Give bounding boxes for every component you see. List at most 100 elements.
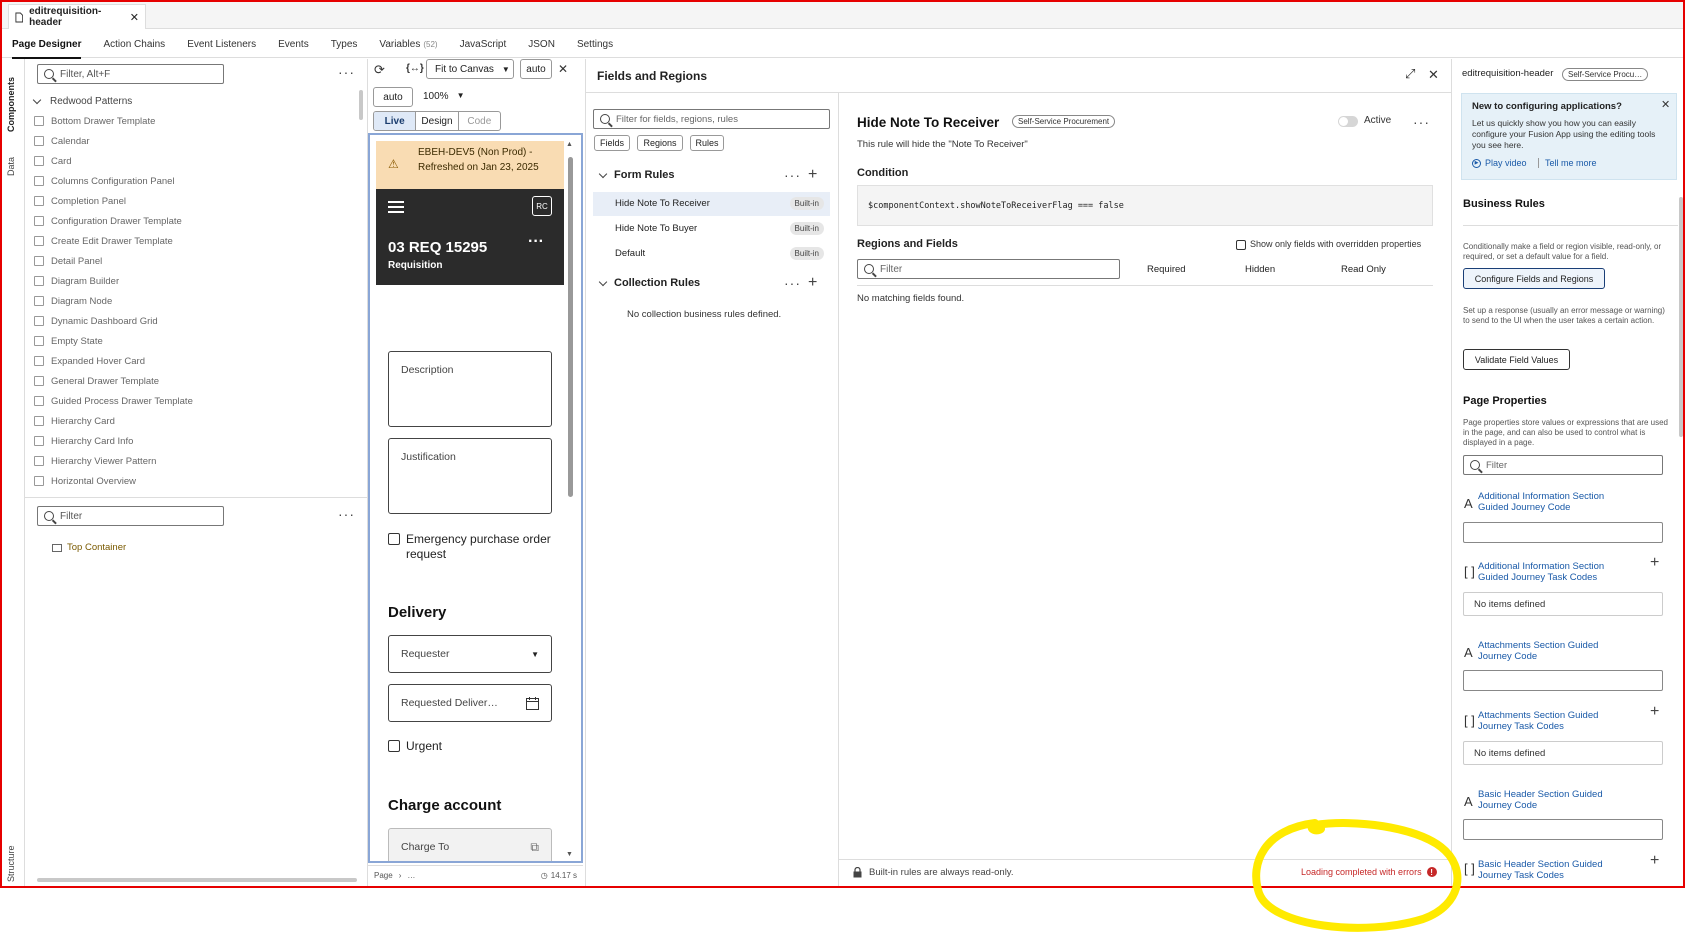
active-toggle[interactable] (1338, 116, 1358, 127)
rule-row-hide-note-to-receiver[interactable]: Hide Note To Receiver Built-in (593, 192, 830, 216)
close-tab-icon[interactable]: ✕ (130, 11, 139, 24)
property-label[interactable]: Additional Information Section Guided Jo… (1478, 561, 1628, 583)
tab-variables[interactable]: Variables (52) (379, 32, 437, 58)
property-label[interactable]: Attachments Section Guided Journey Code (1478, 640, 1628, 662)
regions-filter[interactable]: Filter (857, 259, 1120, 279)
component-item[interactable]: Hierarchy Card (34, 411, 354, 431)
code-button[interactable]: Code (459, 112, 500, 130)
condition-code[interactable]: $componentContext.showNoteToReceiverFlag… (857, 185, 1433, 226)
rule-row-default[interactable]: Default Built-in (593, 242, 830, 266)
component-item[interactable]: Horizontal Overview (34, 471, 354, 491)
form-rules-more-icon[interactable]: ··· (784, 168, 801, 182)
tab-events[interactable]: Events (278, 32, 309, 58)
property-value-input[interactable] (1463, 522, 1663, 543)
tab-action-chains[interactable]: Action Chains (103, 32, 165, 58)
tab-types[interactable]: Types (331, 32, 358, 58)
external-link-icon[interactable]: ⧉ (530, 840, 539, 855)
emergency-checkbox[interactable] (388, 533, 400, 545)
structure-more-icon[interactable]: ··· (338, 507, 355, 521)
add-form-rule-icon[interactable]: + (808, 167, 817, 183)
group-redwood-patterns[interactable]: Redwood Patterns (32, 91, 354, 111)
file-tab[interactable]: editrequisition-header ✕ (8, 4, 146, 29)
horizontal-scrollbar[interactable] (37, 878, 357, 882)
component-item[interactable]: Dynamic Dashboard Grid (34, 311, 354, 331)
component-item[interactable]: Bottom Drawer Template (34, 111, 354, 131)
add-item-icon[interactable]: + (1650, 853, 1659, 869)
tab-javascript[interactable]: JavaScript (460, 32, 507, 58)
component-item[interactable]: Hierarchy Card Info (34, 431, 354, 451)
height-input[interactable]: auto (373, 87, 413, 107)
tell-me-more-link[interactable]: Tell me more (1538, 158, 1597, 168)
property-label[interactable]: Attachments Section Guided Journey Task … (1478, 710, 1628, 732)
rules-filter[interactable]: Filter for fields, regions, rules (593, 109, 830, 129)
collection-rules-header[interactable]: Collection Rules (598, 277, 700, 289)
tab-page-designer[interactable]: Page Designer (12, 32, 82, 59)
collection-rules-more-icon[interactable]: ··· (784, 276, 801, 290)
structure-filter[interactable]: Filter (37, 506, 224, 526)
expand-icon[interactable]: ⤢ (1405, 66, 1415, 82)
show-only-overridden-checkbox[interactable] (1236, 240, 1246, 250)
clear-size-icon[interactable]: ✕ (558, 62, 568, 76)
component-item[interactable]: Columns Configuration Panel (34, 171, 354, 191)
variables-icon[interactable]: {↔} (406, 63, 424, 74)
refresh-icon[interactable]: ⟳ (374, 62, 385, 78)
requester-select[interactable]: Requester ▼ (388, 635, 552, 673)
hamburger-menu-icon[interactable] (388, 201, 404, 213)
properties-scrollbar[interactable] (1679, 197, 1683, 437)
calendar-icon[interactable] (526, 696, 539, 710)
components-more-icon[interactable]: ··· (338, 65, 355, 79)
side-tab-data[interactable]: Data (6, 150, 16, 176)
component-item[interactable]: Diagram Builder (34, 271, 354, 291)
component-item[interactable]: Configuration Drawer Template (34, 211, 354, 231)
tab-json[interactable]: JSON (528, 32, 555, 58)
rule-more-icon[interactable]: ··· (1413, 115, 1430, 129)
validate-field-values-button[interactable]: Validate Field Values (1463, 349, 1570, 370)
component-item[interactable]: Guided Process Drawer Template (34, 391, 354, 411)
property-label[interactable]: Additional Information Section Guided Jo… (1478, 491, 1628, 513)
scroll-up-icon[interactable]: ▲ (566, 141, 573, 148)
add-collection-rule-icon[interactable]: + (808, 275, 817, 291)
form-rules-header[interactable]: Form Rules (598, 169, 675, 181)
rule-row-hide-note-to-buyer[interactable]: Hide Note To Buyer Built-in (593, 217, 830, 241)
canvas-scrollbar[interactable] (568, 157, 573, 497)
add-item-icon[interactable]: + (1650, 704, 1659, 720)
tab-settings[interactable]: Settings (577, 32, 613, 58)
breadcrumb-page[interactable]: Page (374, 871, 393, 880)
component-item[interactable]: Expanded Hover Card (34, 351, 354, 371)
tab-event-listeners[interactable]: Event Listeners (187, 32, 256, 58)
avatar[interactable]: RC (532, 196, 552, 216)
tab-fields[interactable]: Fields (594, 135, 630, 151)
charge-to-field[interactable]: Charge To ⧉ (388, 828, 552, 861)
component-item[interactable]: Diagram Node (34, 291, 354, 311)
play-video-link[interactable]: ▶ Play video (1472, 158, 1527, 168)
page-properties-filter[interactable]: Filter (1463, 455, 1663, 475)
add-item-icon[interactable]: + (1650, 555, 1659, 571)
component-item[interactable]: Hierarchy Viewer Pattern (34, 451, 354, 471)
property-label[interactable]: Basic Header Section Guided Journey Task… (1478, 859, 1628, 881)
structure-root[interactable]: Top Container (52, 542, 126, 553)
design-button[interactable]: Design (415, 112, 459, 130)
zoom-select[interactable]: 100% ▼ (423, 91, 465, 102)
fit-to-canvas-select[interactable]: Fit to Canvas ▼ (426, 59, 514, 79)
component-item[interactable]: Detail Panel (34, 251, 354, 271)
description-field[interactable]: Description (388, 351, 552, 427)
component-item[interactable]: Empty State (34, 331, 354, 351)
component-item[interactable]: Create Edit Drawer Template (34, 231, 354, 251)
component-item[interactable]: Completion Panel (34, 191, 354, 211)
width-input[interactable]: auto (520, 59, 552, 79)
tab-rules[interactable]: Rules (690, 135, 724, 151)
component-item[interactable]: General Drawer Template (34, 371, 354, 391)
configure-fields-button[interactable]: Configure Fields and Regions (1463, 268, 1605, 289)
side-tab-components[interactable]: Components (6, 72, 16, 132)
header-more-icon[interactable]: ··· (528, 233, 544, 251)
scroll-down-icon[interactable]: ▼ (566, 851, 573, 858)
components-filter[interactable]: Filter, Alt+F (37, 64, 224, 84)
components-scrollbar[interactable] (359, 90, 363, 120)
component-item[interactable]: Calendar (34, 131, 354, 151)
close-onboarding-icon[interactable]: ✕ (1661, 99, 1670, 111)
side-tab-structure[interactable]: Structure (6, 832, 16, 882)
requested-delivery-date[interactable]: Requested Deliver… (388, 684, 552, 722)
breadcrumb-more[interactable]: … (407, 871, 415, 880)
justification-field[interactable]: Justification (388, 438, 552, 514)
live-button[interactable]: Live (374, 112, 416, 130)
